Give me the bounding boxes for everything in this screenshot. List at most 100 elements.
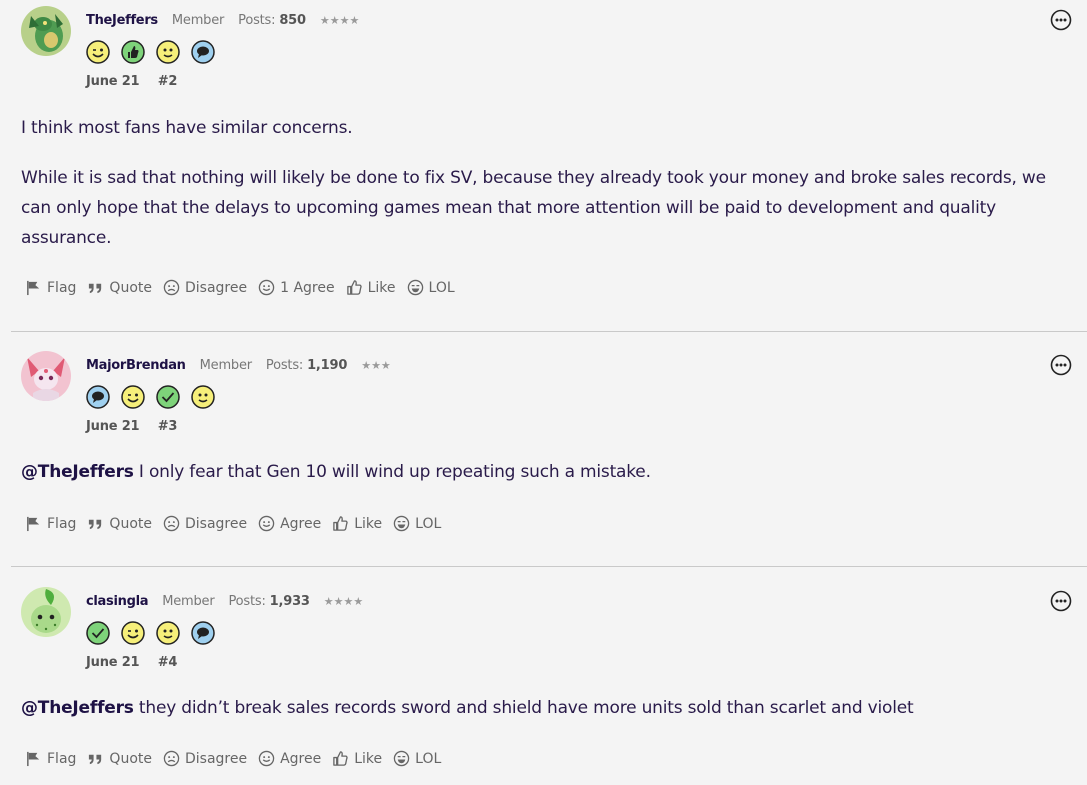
agree-button[interactable]: 1 Agree <box>258 279 335 296</box>
quote-button[interactable]: Quote <box>87 515 152 532</box>
post-number[interactable]: #2 <box>158 74 178 89</box>
user-meta: clasingla Member Posts: 1,933 ★★★★ <box>86 590 363 612</box>
post-dateline: June 21 #4 <box>86 655 177 670</box>
flag-icon <box>27 751 40 767</box>
ellipsis-icon <box>1050 9 1072 31</box>
like-button[interactable]: Like <box>346 279 396 296</box>
like-button[interactable]: Like <box>332 515 382 532</box>
lol-label: LOL <box>428 279 455 296</box>
posts-label: Posts: <box>265 357 304 373</box>
lol-button[interactable]: LOL <box>407 279 455 296</box>
post-date[interactable]: June 21 <box>86 74 140 89</box>
pink-creature-avatar-icon <box>21 351 71 401</box>
username[interactable]: clasingla <box>86 594 149 609</box>
post-date[interactable]: June 21 <box>86 419 140 434</box>
posts-label: Posts: <box>238 12 276 28</box>
post-number[interactable]: #4 <box>158 655 178 670</box>
avatar[interactable] <box>21 587 71 637</box>
frown-icon <box>163 750 180 767</box>
username[interactable]: TheJeffers <box>86 13 158 28</box>
avatar[interactable] <box>21 6 71 56</box>
disagree-button[interactable]: Disagree <box>163 750 247 767</box>
ellipsis-icon <box>1050 590 1072 612</box>
disagree-label: Disagree <box>184 515 248 532</box>
user-meta: MajorBrendan Member Posts: 1,190 ★★★ <box>86 354 391 376</box>
rank-stars: ★★★ <box>361 358 391 372</box>
flag-label: Flag <box>47 279 77 296</box>
flag-button[interactable]: Flag <box>25 515 76 532</box>
lol-label: LOL <box>415 515 442 532</box>
disagree-label: Disagree <box>184 750 248 767</box>
post-body: @TheJeffers they didn’t break sales reco… <box>21 693 1076 743</box>
post-dateline: June 21 #3 <box>86 419 177 434</box>
speech-bubble-icon <box>86 385 110 409</box>
posts-count: 1,190 <box>307 357 348 373</box>
thumbs-up-outline-icon <box>333 516 348 531</box>
ellipsis-icon <box>1050 354 1072 376</box>
user-role: Member <box>199 357 252 373</box>
flag-button[interactable]: Flag <box>25 750 76 767</box>
post-body: @TheJeffers I only fear that Gen 10 will… <box>21 457 1076 507</box>
post-menu-button[interactable] <box>1050 9 1072 31</box>
quote-label: Quote <box>109 515 152 532</box>
post-body: I think most fans have similar concerns.… <box>21 113 1076 273</box>
laugh-icon <box>393 515 410 532</box>
agree-label: Agree <box>280 515 322 532</box>
post-actions: Flag Quote Disagree Agree Like LOL <box>25 515 452 532</box>
agree-label: Agree <box>280 750 322 767</box>
leaf-creature-avatar-icon <box>21 587 71 637</box>
posts-count: 850 <box>279 12 306 28</box>
post-menu-button[interactable] <box>1050 590 1072 612</box>
post-actions: Flag Quote Disagree 1 Agree Like LOL <box>25 279 466 296</box>
lol-button[interactable]: LOL <box>393 515 441 532</box>
post-dateline: June 21 #2 <box>86 74 177 89</box>
smile-icon <box>258 750 275 767</box>
post-divider <box>11 331 1087 332</box>
post-date[interactable]: June 21 <box>86 655 140 670</box>
like-label: Like <box>367 279 396 296</box>
agree-button[interactable]: Agree <box>258 750 321 767</box>
smile-face-icon <box>156 621 180 645</box>
smile-face-icon <box>191 385 215 409</box>
quote-icon <box>89 283 102 294</box>
user-mention[interactable]: @TheJeffers <box>21 462 134 482</box>
badge-row <box>86 40 226 64</box>
lol-button[interactable]: LOL <box>393 750 441 767</box>
disagree-button[interactable]: Disagree <box>163 515 247 532</box>
flag-icon <box>27 516 40 532</box>
user-role: Member <box>171 12 225 28</box>
post-paragraph: @TheJeffers they didn’t break sales reco… <box>21 693 1076 723</box>
post-text: they didn’t break sales records sword an… <box>133 698 914 718</box>
smile-icon <box>258 515 275 532</box>
quote-label: Quote <box>109 279 152 296</box>
post-number[interactable]: #3 <box>158 419 178 434</box>
disagree-button[interactable]: Disagree <box>163 279 247 296</box>
thumbs-up-outline-icon <box>333 751 348 766</box>
speech-bubble-icon <box>191 621 215 645</box>
laugh-icon <box>407 279 423 296</box>
smile-face-icon <box>156 40 180 64</box>
rank-stars: ★★★★ <box>323 594 364 608</box>
post-text: I only fear that Gen 10 will wind up rep… <box>133 462 651 482</box>
agree-button[interactable]: Agree <box>258 515 321 532</box>
post-paragraph: @TheJeffers I only fear that Gen 10 will… <box>21 457 1076 487</box>
flag-button[interactable]: Flag <box>25 279 76 296</box>
checkmark-icon <box>156 385 180 409</box>
username[interactable]: MajorBrendan <box>86 358 186 373</box>
flag-icon <box>27 280 40 296</box>
like-button[interactable]: Like <box>332 750 382 767</box>
quote-icon <box>89 519 102 530</box>
lol-label: LOL <box>415 750 442 767</box>
quote-button[interactable]: Quote <box>87 279 152 296</box>
user-meta: TheJeffers Member Posts: 850 ★★★★ <box>86 9 359 31</box>
quote-button[interactable]: Quote <box>87 750 152 767</box>
thumbs-up-icon <box>121 40 145 64</box>
post-divider <box>11 566 1087 567</box>
avatar[interactable] <box>21 351 71 401</box>
user-mention[interactable]: @TheJeffers <box>21 698 134 718</box>
flag-label: Flag <box>47 515 77 532</box>
post-actions: Flag Quote Disagree Agree Like LOL <box>25 750 452 767</box>
flag-label: Flag <box>47 750 77 767</box>
post-menu-button[interactable] <box>1050 354 1072 376</box>
agree-label: 1 Agree <box>280 279 335 296</box>
